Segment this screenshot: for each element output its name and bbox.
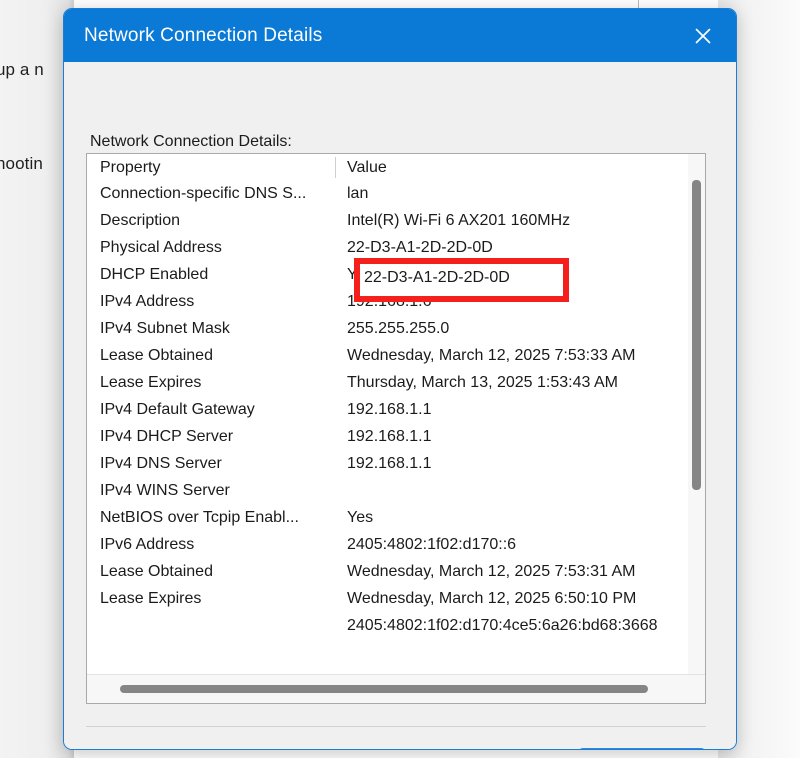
- list-vertical-scrollbar-thumb[interactable]: [692, 180, 701, 490]
- row-value: Wednesday, March 12, 2025 7:53:31 AM: [347, 563, 636, 580]
- row-property: Lease Obtained: [100, 347, 213, 364]
- row-property: Description: [100, 212, 181, 229]
- highlighted-physical-address: 22-D3-A1-2D-2D-0D: [364, 269, 510, 286]
- row-value: lan: [347, 185, 369, 202]
- table-row[interactable]: NetBIOS over Tcpip Enabl... Yes: [87, 506, 705, 533]
- close-x-icon[interactable]: [680, 16, 726, 56]
- row-value: 192.168.1.1: [347, 428, 432, 445]
- list-rows: Connection-specific DNS S... lan Descripti…: [87, 182, 705, 641]
- table-row[interactable]: Lease Obtained Wednesday, March 12, 2025 …: [87, 560, 705, 587]
- list-vertical-scrollbar[interactable]: [688, 154, 705, 675]
- row-property: NetBIOS over Tcpip Enabl...: [100, 509, 299, 526]
- table-row[interactable]: IPv6 Address 2405:4802:1f02:d170::6: [87, 533, 705, 560]
- table-row[interactable]: IPv4 Default Gateway 192.168.1.1: [87, 398, 705, 425]
- row-value: Wednesday, March 12, 2025 6:50:10 PM: [347, 590, 637, 607]
- footer-separator: [86, 726, 706, 727]
- section-label: Network Connection Details:: [90, 133, 292, 150]
- row-property: IPv4 Subnet Mask: [100, 320, 230, 337]
- row-value: Intel(R) Wi-Fi 6 AX201 160MHz: [347, 212, 571, 229]
- list-header-row: Property Value: [87, 154, 705, 182]
- row-value: Yes: [347, 509, 374, 526]
- row-value: 192.168.1.1: [347, 401, 432, 418]
- list-horizontal-scrollbar-thumb[interactable]: [120, 685, 648, 693]
- row-value: 255.255.255.0: [347, 320, 450, 337]
- table-row[interactable]: Lease Expires Wednesday, March 12, 2025 6…: [87, 587, 705, 614]
- row-property: IPv4 DHCP Server: [100, 428, 234, 445]
- row-property: IPv4 Default Gateway: [100, 401, 255, 418]
- table-row[interactable]: IPv4 DNS Server 192.168.1.1: [87, 452, 705, 479]
- row-value: 22-D3-A1-2D-2D-0D: [347, 239, 493, 256]
- network-connection-details-dialog: Network Connection Details Network Conne…: [63, 8, 737, 750]
- row-value: 2405:4802:1f02:d170::6: [347, 536, 517, 553]
- row-value: Thursday, March 13, 2025 1:53:43 AM: [347, 374, 618, 391]
- row-property: IPv4 Address: [100, 293, 195, 310]
- row-property: Physical Address: [100, 239, 222, 256]
- row-property: Lease Expires: [100, 374, 202, 391]
- list-horizontal-scrollbar[interactable]: [87, 674, 705, 703]
- table-row[interactable]: Lease Obtained Wednesday, March 12, 2025 …: [87, 344, 705, 371]
- row-property: Lease Obtained: [100, 563, 213, 580]
- row-property: IPv4 DNS Server: [100, 455, 222, 472]
- row-property: Connection-specific DNS S...: [100, 185, 307, 202]
- table-row[interactable]: Lease Expires Thursday, March 13, 2025 1:…: [87, 371, 705, 398]
- background-text-fragment-2: hootin: [0, 154, 43, 173]
- dialog-body: Network Connection Details: Property Val…: [64, 62, 736, 749]
- table-row[interactable]: Connection-specific DNS S... lan: [87, 182, 705, 209]
- table-row[interactable]: IPv4 DHCP Server 192.168.1.1: [87, 425, 705, 452]
- row-value: 192.168.1.6: [347, 293, 432, 310]
- row-property: IPv4 WINS Server: [100, 482, 230, 499]
- table-row[interactable]: Physical Address 22-D3-A1-2D-2D-0D: [87, 236, 705, 263]
- table-row[interactable]: IPv4 Address 192.168.1.6: [87, 290, 705, 317]
- column-divider[interactable]: [335, 157, 336, 178]
- row-value: 192.168.1.1: [347, 455, 432, 472]
- background-text-fragment-1: up a n: [0, 60, 44, 79]
- row-value: Wednesday, March 12, 2025 7:53:33 AM: [347, 347, 636, 364]
- row-value: 2405:4802:1f02:d170:4ce5:6a26:bd68:3668: [347, 617, 658, 634]
- details-list-box[interactable]: Property Value Connection-specific DNS S…: [86, 153, 706, 704]
- column-header-value[interactable]: Value: [347, 159, 387, 177]
- row-property: IPv6 Address: [100, 536, 195, 553]
- column-header-property[interactable]: Property: [100, 159, 160, 177]
- table-row[interactable]: 2405:4802:1f02:d170:4ce5:6a26:bd68:3668: [87, 614, 705, 641]
- dialog-title: Network Connection Details: [84, 24, 323, 46]
- close-button[interactable]: Close: [578, 748, 706, 749]
- row-property: DHCP Enabled: [100, 266, 209, 283]
- row-property: Lease Expires: [100, 590, 202, 607]
- table-row[interactable]: Description Intel(R) Wi-Fi 6 AX201 160MHz: [87, 209, 705, 236]
- table-row[interactable]: IPv4 Subnet Mask 255.255.255.0: [87, 317, 705, 344]
- table-row[interactable]: IPv4 WINS Server: [87, 479, 705, 506]
- dialog-title-bar: Network Connection Details: [64, 9, 736, 62]
